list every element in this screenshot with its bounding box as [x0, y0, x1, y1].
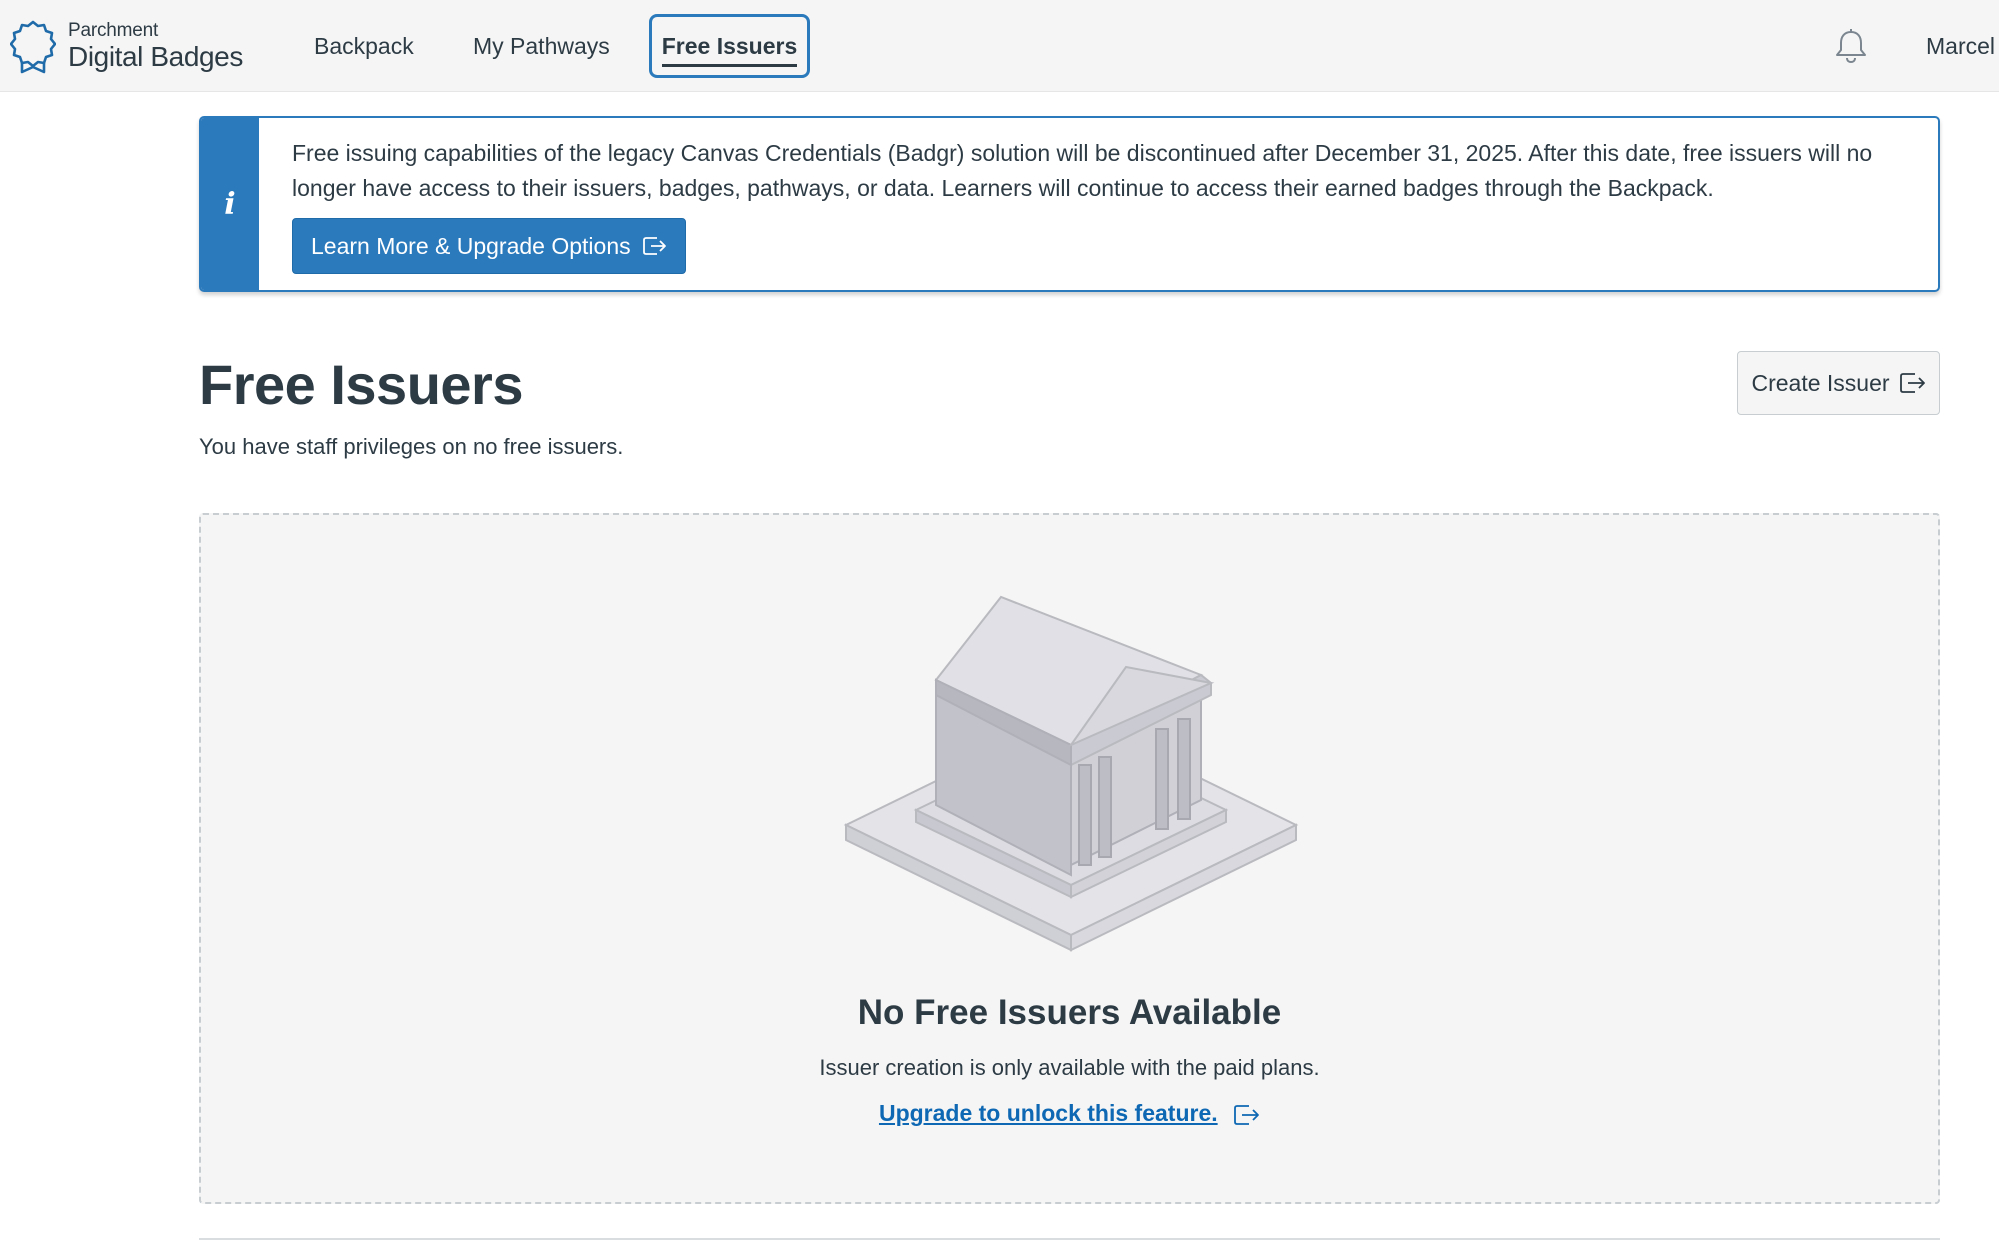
upgrade-link[interactable]: Upgrade to unlock this feature.: [879, 1100, 1218, 1126]
page-title: Free Issuers: [199, 353, 523, 416]
brand-logo[interactable]: Parchment Digital Badges: [10, 18, 243, 74]
user-menu[interactable]: Marcel: [1926, 14, 1995, 78]
nav-free-issuers[interactable]: Free Issuers: [649, 14, 810, 78]
create-issuer-label: Create Issuer: [1751, 369, 1890, 396]
nav-backpack[interactable]: Backpack: [314, 14, 414, 78]
banner-message: Free issuing capabilities of the legacy …: [292, 140, 1873, 201]
learn-more-upgrade-button[interactable]: Learn More & Upgrade Options: [292, 218, 686, 274]
empty-state-panel: No Free Issuers Available Issuer creatio…: [199, 513, 1940, 1204]
badge-logo-icon: [10, 20, 56, 74]
external-link-icon: [1234, 1105, 1259, 1125]
brand-small-text: Parchment: [68, 20, 159, 41]
empty-state-description: Issuer creation is only available with t…: [819, 1055, 1320, 1080]
info-banner: i Free issuing capabilities of the legac…: [199, 116, 1940, 292]
upgrade-link-row: Upgrade to unlock this feature.: [201, 1100, 1938, 1127]
info-icon: i: [224, 186, 236, 222]
institution-building-icon: [843, 595, 1299, 952]
create-issuer-button[interactable]: Create Issuer: [1737, 351, 1940, 415]
brand-name: Digital Badges: [68, 41, 243, 72]
nav-my-pathways[interactable]: My Pathways: [473, 14, 610, 78]
page-subtitle: You have staff privileges on no free iss…: [199, 434, 624, 459]
top-navigation-bar: Parchment Digital Badges Backpack My Pat…: [0, 0, 1999, 92]
learn-more-label: Learn More & Upgrade Options: [311, 232, 631, 259]
bell-icon[interactable]: [1834, 28, 1868, 64]
nav-free-issuers-label: Free Issuers: [661, 17, 797, 75]
external-link-icon: [1899, 373, 1925, 393]
banner-icon-strip: i: [201, 118, 259, 290]
empty-state-title: No Free Issuers Available: [857, 993, 1282, 1032]
divider: [199, 1238, 1940, 1240]
external-link-icon: [642, 237, 666, 255]
